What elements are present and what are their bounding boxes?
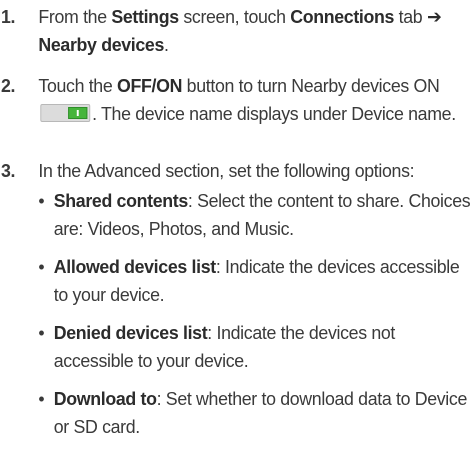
bullet-icon: • bbox=[38, 388, 45, 409]
option-term: Shared contents bbox=[53, 190, 188, 211]
step-text: From the Settings screen, touch Connecti… bbox=[38, 3, 472, 59]
step-text-segment: . The device name displays under Device … bbox=[92, 103, 456, 124]
on-toggle-icon bbox=[40, 104, 91, 123]
step-text-segment: Touch the bbox=[38, 75, 118, 96]
options-list: • Shared contents: Select the content to … bbox=[0, 187, 472, 451]
option-term: Download to bbox=[53, 388, 157, 409]
bullet-icon: • bbox=[38, 190, 45, 211]
step-3: 3. In the Advanced section, set the foll… bbox=[0, 157, 472, 185]
step-text-segment: From the bbox=[38, 6, 112, 27]
option-term: Denied devices list bbox=[53, 322, 208, 343]
step-text-segment: button to turn Nearby devices ON bbox=[182, 75, 440, 96]
list-item: • Shared contents: Select the content to … bbox=[38, 187, 472, 243]
list-item: • Denied devices list: Indicate the devic… bbox=[38, 319, 472, 375]
option-term: Allowed devices list bbox=[53, 256, 216, 277]
step-2: 2. Touch the OFF/ON button to turn Nearb… bbox=[0, 72, 472, 128]
step-text-segment: . bbox=[164, 34, 169, 55]
step-1: 1. From the Settings screen, touch Conne… bbox=[0, 3, 472, 59]
instruction-document: 1. From the Settings screen, touch Conne… bbox=[0, 0, 471, 437]
list-item: • Allowed devices list: Indicate the devi… bbox=[38, 253, 472, 309]
connections-term: Connections bbox=[290, 6, 395, 27]
step-text-segment: tab bbox=[394, 6, 427, 27]
list-item: • Download to: Set whether to download da… bbox=[38, 385, 472, 441]
step-number: 1. bbox=[0, 6, 16, 27]
step-number: 2. bbox=[0, 75, 16, 96]
step-text: In the Advanced section, set the followi… bbox=[38, 160, 415, 181]
settings-term: Settings bbox=[111, 6, 179, 27]
step-number: 3. bbox=[0, 160, 16, 181]
step-text: Touch the OFF/ON button to turn Nearby d… bbox=[38, 72, 472, 128]
bullet-icon: • bbox=[38, 322, 45, 343]
bullet-icon: • bbox=[38, 256, 45, 277]
toggle-knob bbox=[68, 107, 88, 120]
off-on-term: OFF/ON bbox=[117, 75, 183, 96]
step-text-segment: screen, touch bbox=[178, 6, 291, 27]
